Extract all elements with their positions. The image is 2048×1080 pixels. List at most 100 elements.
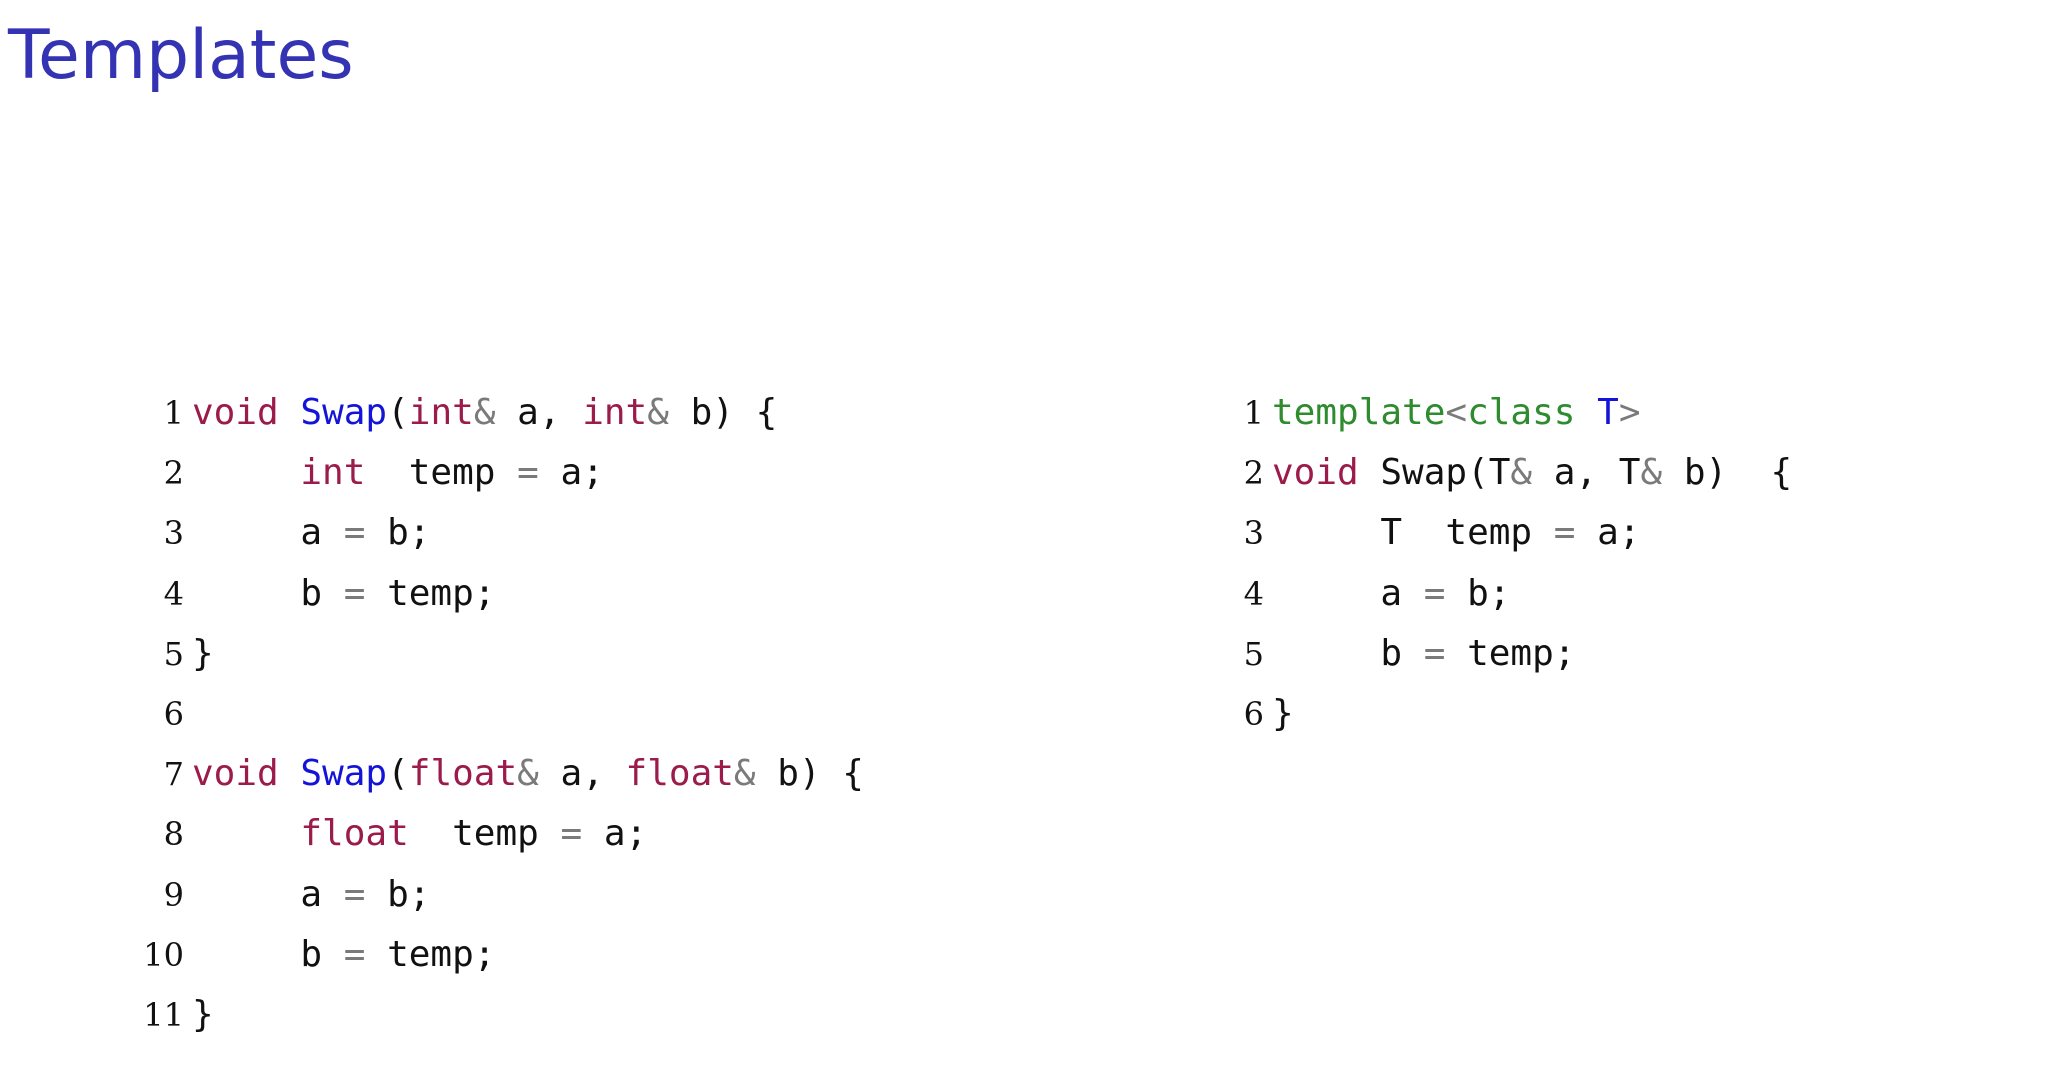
code-token: = xyxy=(343,933,366,975)
code-line: 6} xyxy=(1220,684,1792,744)
code-token: void xyxy=(192,392,279,433)
code-text: void Swap(T& a, T& b) { xyxy=(1272,443,1792,503)
code-token: a; xyxy=(1575,512,1641,554)
line-number: 1 xyxy=(163,394,184,432)
code-listing-template: 1 template<class T> 2 void Swap(T& a, T& b)… xyxy=(1220,383,1793,744)
line-number: 6 xyxy=(163,694,184,733)
code-line: 8 float temp = a; xyxy=(140,804,864,864)
code-text: float temp = a; xyxy=(192,804,647,864)
code-text: } xyxy=(1272,684,1294,744)
code-token: = xyxy=(517,452,539,494)
code-text: } xyxy=(192,985,214,1045)
line-number: 3 xyxy=(1243,514,1264,553)
code-text: void Swap(float& a, float& b) { xyxy=(192,744,864,804)
code-token: = xyxy=(560,813,583,855)
code-token: temp; xyxy=(1445,632,1576,674)
line-number: 1 xyxy=(1243,394,1264,432)
code-text: int temp = a; xyxy=(192,443,604,503)
code-token: Swap(T xyxy=(1358,452,1511,494)
code-token: = xyxy=(1423,632,1446,674)
code-line: 2 int temp = a; xyxy=(140,443,864,503)
code-token: T temp xyxy=(1272,512,1554,554)
line-number: 9 xyxy=(163,875,184,914)
code-token: temp; xyxy=(365,933,496,975)
code-token: ( xyxy=(387,753,409,795)
code-token: ( xyxy=(387,392,409,433)
line-number: 10 xyxy=(143,935,184,974)
code-token: b) { xyxy=(1662,452,1793,494)
code-line: 1 template<class T> xyxy=(1220,383,1792,443)
code-token: void xyxy=(192,753,279,795)
code-token: b xyxy=(192,572,344,614)
code-text: b = temp; xyxy=(192,564,495,624)
line-number: 4 xyxy=(1243,574,1264,613)
code-token: temp; xyxy=(365,572,496,614)
code-token: Swap xyxy=(300,753,388,795)
code-line: 6 xyxy=(140,684,864,744)
code-text: void Swap(int& a, int& b) { xyxy=(192,383,777,443)
code-line: 4 a = b; xyxy=(1220,564,1792,624)
code-token: } xyxy=(192,632,214,674)
code-token: Swap xyxy=(300,392,388,433)
code-token: a; xyxy=(538,452,604,494)
code-token: a, T xyxy=(1532,452,1641,494)
code-token: a xyxy=(1272,572,1424,614)
code-token: void xyxy=(1272,452,1359,494)
code-token: < xyxy=(1445,392,1468,433)
code-token: & xyxy=(517,753,539,795)
code-token: > xyxy=(1618,392,1641,433)
code-token: int xyxy=(300,452,366,494)
code-token: class xyxy=(1467,392,1576,433)
code-token: a, xyxy=(538,753,626,795)
code-text: } xyxy=(192,624,214,684)
code-token: a xyxy=(192,512,344,554)
code-token: & xyxy=(1510,452,1533,494)
code-token: float xyxy=(625,753,734,795)
line-number: 4 xyxy=(163,574,184,613)
code-line: 4 b = temp; xyxy=(140,564,864,624)
code-line: 1 void Swap(int& a, int& b) { xyxy=(140,383,864,443)
code-token: = xyxy=(343,873,366,915)
code-token: = xyxy=(343,572,366,614)
code-token: a, xyxy=(495,392,583,433)
code-line: 10 b = temp; xyxy=(140,925,864,985)
code-token: b) { xyxy=(755,753,864,795)
code-text: b = temp; xyxy=(192,925,495,985)
code-text: a = b; xyxy=(1272,564,1510,624)
slide-title: Templates xyxy=(8,16,354,95)
code-text: a = b; xyxy=(192,503,430,563)
line-number: 5 xyxy=(1243,634,1264,673)
code-token: b; xyxy=(365,873,431,915)
code-token: b xyxy=(1272,632,1424,674)
code-token: & xyxy=(647,392,669,433)
code-text: T temp = a; xyxy=(1272,503,1640,563)
code-token: b) { xyxy=(668,392,778,433)
code-listing-non-generic: 1 void Swap(int& a, int& b) {2 int temp =… xyxy=(140,383,864,1045)
line-number: 8 xyxy=(163,815,184,854)
code-token: } xyxy=(1272,692,1294,734)
code-line: 9 a = b; xyxy=(140,865,864,925)
code-token: temp xyxy=(365,452,518,494)
code-line: 5} xyxy=(140,624,864,684)
code-line: 3 T temp = a; xyxy=(1220,503,1792,563)
code-token: float xyxy=(408,753,518,795)
code-token: & xyxy=(1640,452,1663,494)
line-number: 7 xyxy=(163,755,184,794)
code-token: = xyxy=(1423,572,1446,614)
line-number: 6 xyxy=(1243,694,1264,733)
code-token: & xyxy=(473,392,496,433)
code-token: b; xyxy=(1445,572,1511,614)
code-line: 2 void Swap(T& a, T& b) { xyxy=(1220,443,1793,503)
line-number: 5 xyxy=(163,634,184,673)
code-line: 7 void Swap(float& a, float& b) { xyxy=(140,744,864,804)
code-token: int xyxy=(408,392,474,433)
code-token: temp xyxy=(408,813,561,855)
line-number: 3 xyxy=(163,514,184,553)
code-text: template<class T> xyxy=(1272,383,1641,443)
code-line: 3 a = b; xyxy=(140,503,864,563)
